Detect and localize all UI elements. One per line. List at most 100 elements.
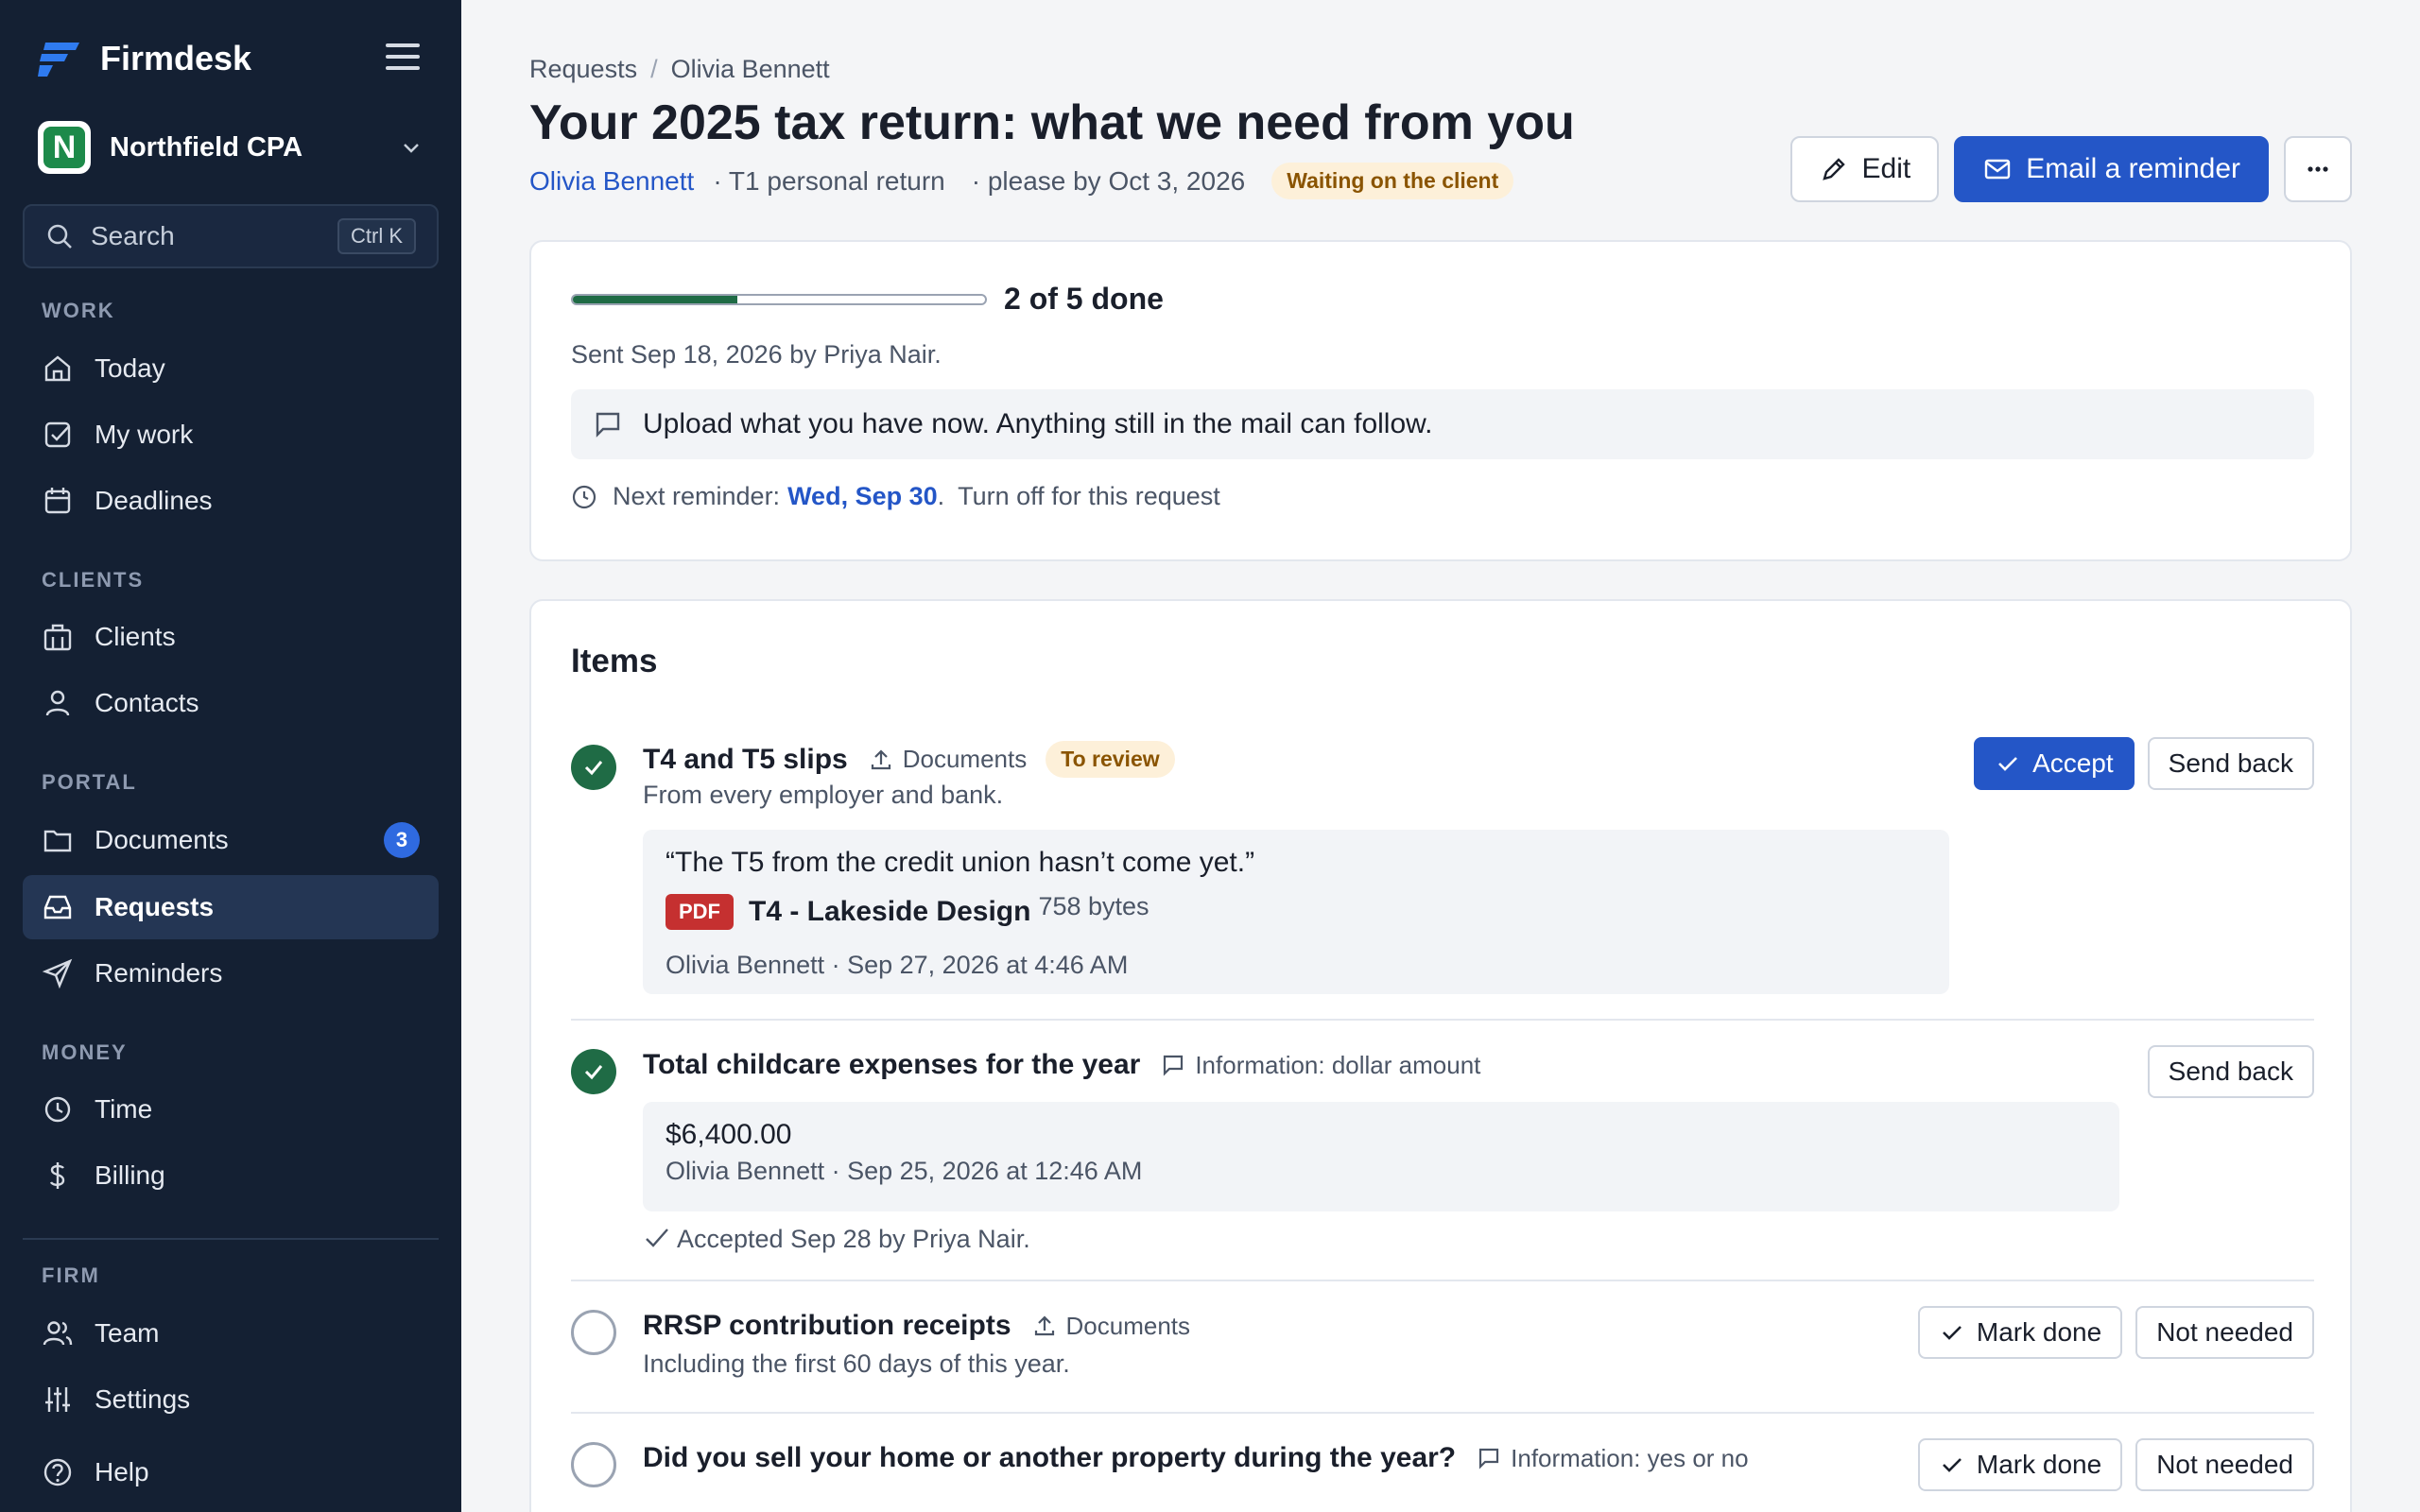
not-needed-button[interactable]: Not needed <box>2135 1306 2314 1359</box>
help-icon <box>43 1458 72 1486</box>
more-actions-button[interactable] <box>2284 136 2352 202</box>
nav-item-reminders[interactable]: Reminders <box>23 941 439 1005</box>
status-badge: To review <box>1046 741 1175 778</box>
nav-item-team[interactable]: Team <box>23 1301 439 1366</box>
item-description: Including the first 60 days of this year… <box>643 1349 1070 1378</box>
list-item: Total childcare expenses for the year In… <box>571 1045 2314 1276</box>
list-item: Did you sell your home or another proper… <box>571 1438 2314 1512</box>
item-name: RRSP contribution receipts <box>643 1310 1011 1341</box>
item-checkbox[interactable] <box>571 1442 616 1487</box>
org-name: Northfield CPA <box>110 131 303 163</box>
documents-count-badge: 3 <box>384 822 420 858</box>
file-attachment[interactable]: PDF T4 - Lakeside Design 758 bytes <box>666 891 1150 930</box>
main-content: Requests / Olivia Bennett Your 2025 tax … <box>461 0 2420 1512</box>
users-icon <box>43 1321 73 1346</box>
sidebar: Firmdesk N Northfield CPA Search Ctrl K … <box>0 0 461 1512</box>
client-comment: “The T5 from the credit union hasn’t com… <box>666 847 1255 878</box>
nav-item-requests[interactable]: Requests <box>23 875 439 939</box>
item-kind: Information: dollar amount <box>1161 1051 1480 1080</box>
file-size: 758 bytes <box>1038 891 1150 920</box>
item-checkbox[interactable] <box>571 1310 616 1355</box>
nav-item-contacts[interactable]: Contacts <box>23 671 439 735</box>
mark-done-button[interactable]: Mark done <box>1917 1306 2123 1359</box>
inbox-icon <box>43 895 72 919</box>
pencil-icon <box>1822 158 1845 180</box>
item-divider <box>571 1412 2314 1414</box>
sent-info: Sent Sep 18, 2026 by Priya Nair. <box>571 340 942 369</box>
item-description: From every employer and bank. <box>643 781 1004 809</box>
check-icon <box>646 1228 668 1247</box>
nav-item-documents[interactable]: Documents 3 <box>23 808 439 872</box>
org-logo: N <box>38 121 91 174</box>
send-back-button[interactable]: Send back <box>2147 737 2314 790</box>
search-label: Search <box>91 221 175 250</box>
user-icon <box>45 690 70 716</box>
nav-section-money: MONEY <box>42 1040 128 1064</box>
edit-button[interactable]: Edit <box>1789 136 1940 202</box>
menu-icon[interactable] <box>386 43 420 72</box>
nav-item-today[interactable]: Today <box>23 336 439 401</box>
send-back-button[interactable]: Send back <box>2147 1045 2314 1098</box>
email-reminder-button[interactable]: Email a reminder <box>1954 136 2269 202</box>
upload-icon <box>1034 1315 1054 1336</box>
items-title: Items <box>571 643 658 679</box>
check-icon <box>1998 757 2017 771</box>
item-done-check[interactable] <box>571 745 616 790</box>
file-name[interactable]: T4 - Lakeside Design <box>749 896 1030 928</box>
progress-bar <box>571 293 987 305</box>
org-switcher[interactable]: N Northfield CPA <box>38 119 422 176</box>
item-kind: Documents <box>1032 1312 1190 1341</box>
nav-item-billing[interactable]: Billing <box>23 1143 439 1208</box>
status-badge: Waiting on the client <box>1271 163 1514 199</box>
nav-item-my-work[interactable]: My work <box>23 403 439 467</box>
return-type: · T1 personal return <box>713 165 945 196</box>
nav-item-help[interactable]: Help <box>23 1440 439 1504</box>
item-name: Did you sell your home or another proper… <box>643 1442 1457 1473</box>
clock-icon <box>44 1096 71 1123</box>
brand[interactable]: Firmdesk <box>38 38 251 79</box>
list-item: T4 and T5 slips Documents To review From… <box>571 737 2314 1002</box>
check-icon <box>584 761 603 776</box>
client-response: “The T5 from the credit union hasn’t com… <box>643 830 1949 994</box>
turn-off-reminders-link[interactable]: Turn off for this request <box>958 482 1220 511</box>
nav-section-portal: PORTAL <box>42 770 137 794</box>
nav-section-clients: CLIENTS <box>42 568 145 592</box>
message-icon <box>596 412 620 438</box>
calendar-icon <box>44 488 71 514</box>
list-item: RRSP contribution receipts Documents Inc… <box>571 1306 2314 1404</box>
mark-done-button[interactable]: Mark done <box>1917 1438 2123 1491</box>
item-done-check[interactable] <box>571 1049 616 1094</box>
sidebar-divider <box>23 1238 439 1240</box>
item-name: Total childcare expenses for the year <box>643 1049 1141 1080</box>
nav-item-settings[interactable]: Settings <box>23 1367 439 1432</box>
nav-section-work: WORK <box>42 299 115 322</box>
breadcrumb-client: Olivia Bennett <box>670 55 830 83</box>
firmdesk-logo-icon <box>38 43 79 77</box>
check-icon <box>1942 1326 1962 1340</box>
nav-item-deadlines[interactable]: Deadlines <box>23 469 439 533</box>
progress: 2 of 5 done <box>571 282 1164 317</box>
more-horizontal-icon <box>2308 166 2328 172</box>
request-meta: Olivia Bennett · T1 personal return · pl… <box>529 163 1514 199</box>
request-summary-card: 2 of 5 done Sent Sep 18, 2026 by Priya N… <box>529 240 2352 561</box>
client-link[interactable]: Olivia Bennett <box>529 166 694 197</box>
accept-button[interactable]: Accept <box>1974 737 2135 790</box>
breadcrumb-requests[interactable]: Requests <box>529 55 637 84</box>
item-kind: Documents <box>869 745 1027 774</box>
breadcrumb: Requests / Olivia Bennett <box>529 55 830 84</box>
accepted-note: Accepted Sep 28 by Priya Nair. <box>643 1225 1030 1254</box>
chevron-down-icon <box>404 144 419 153</box>
mail-icon <box>1985 159 2011 180</box>
nav-item-clients[interactable]: Clients <box>23 605 439 669</box>
folder-icon <box>43 830 72 852</box>
building-icon <box>43 624 72 651</box>
response-byline: Olivia Bennett · Sep 25, 2026 at 12:46 A… <box>666 1157 1143 1185</box>
check-icon <box>584 1065 603 1080</box>
breadcrumb-separator: / <box>650 55 658 83</box>
reminder-date[interactable]: Wed, Sep 30 <box>787 482 938 511</box>
response-byline: Olivia Bennett · Sep 27, 2026 at 4:46 AM <box>666 951 1129 979</box>
nav-item-time[interactable]: Time <box>23 1077 439 1142</box>
not-needed-button[interactable]: Not needed <box>2135 1438 2314 1491</box>
home-icon <box>44 355 71 382</box>
search-button[interactable]: Search Ctrl K <box>23 204 439 268</box>
